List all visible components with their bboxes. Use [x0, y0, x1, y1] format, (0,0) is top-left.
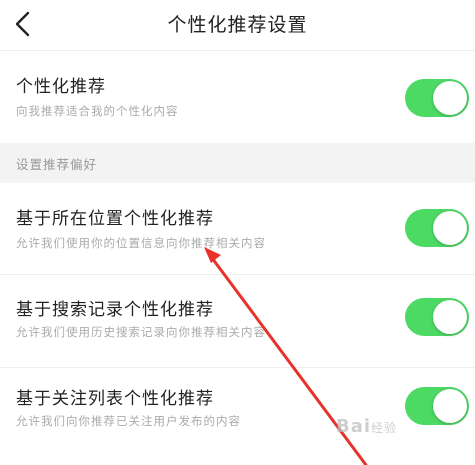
- toggle-knob: [433, 211, 467, 245]
- personalized-recommend-title: 个性化推荐: [16, 77, 106, 97]
- location-recommend-title: 基于所在位置个性化推荐: [16, 209, 214, 229]
- section-label: 设置推荐偏好: [16, 157, 98, 172]
- watermark: Bai经验: [336, 416, 397, 437]
- personalized-recommend-subtitle: 向我推荐适合我的个性化内容: [16, 104, 179, 118]
- follow-list-recommend-row: 基于关注列表个性化推荐 允许我们向你推荐已关注用户发布的内容: [0, 369, 475, 465]
- location-recommend-toggle[interactable]: [405, 209, 469, 247]
- toggle-knob: [433, 81, 467, 115]
- personalized-recommend-row: 个性化推荐 向我推荐适合我的个性化内容: [0, 51, 475, 143]
- search-history-recommend-row: 基于搜索记录个性化推荐 允许我们使用历史搜索记录向你推荐相关内容: [0, 276, 475, 368]
- section-header: 设置推荐偏好: [0, 143, 475, 183]
- follow-list-recommend-title: 基于关注列表个性化推荐: [16, 389, 214, 409]
- divider: [0, 367, 475, 368]
- toggle-knob: [433, 389, 467, 423]
- navigation-bar: 个性化推荐设置: [0, 0, 475, 51]
- search-history-recommend-subtitle: 允许我们使用历史搜索记录向你推荐相关内容: [16, 325, 266, 339]
- page-title: 个性化推荐设置: [167, 14, 308, 36]
- location-recommend-subtitle: 允许我们使用你的位置信息向你推荐相关内容: [16, 236, 266, 250]
- watermark-suffix: 经验: [371, 421, 398, 435]
- divider: [0, 274, 475, 275]
- location-recommend-row: 基于所在位置个性化推荐 允许我们使用你的位置信息向你推荐相关内容: [0, 183, 475, 275]
- follow-list-recommend-subtitle: 允许我们向你推荐已关注用户发布的内容: [16, 414, 241, 428]
- personalized-recommend-toggle[interactable]: [405, 79, 469, 117]
- search-history-recommend-toggle[interactable]: [405, 298, 469, 336]
- search-history-recommend-title: 基于搜索记录个性化推荐: [16, 300, 214, 320]
- watermark-text: Bai: [336, 416, 372, 437]
- follow-list-recommend-toggle[interactable]: [405, 387, 469, 425]
- toggle-knob: [433, 300, 467, 334]
